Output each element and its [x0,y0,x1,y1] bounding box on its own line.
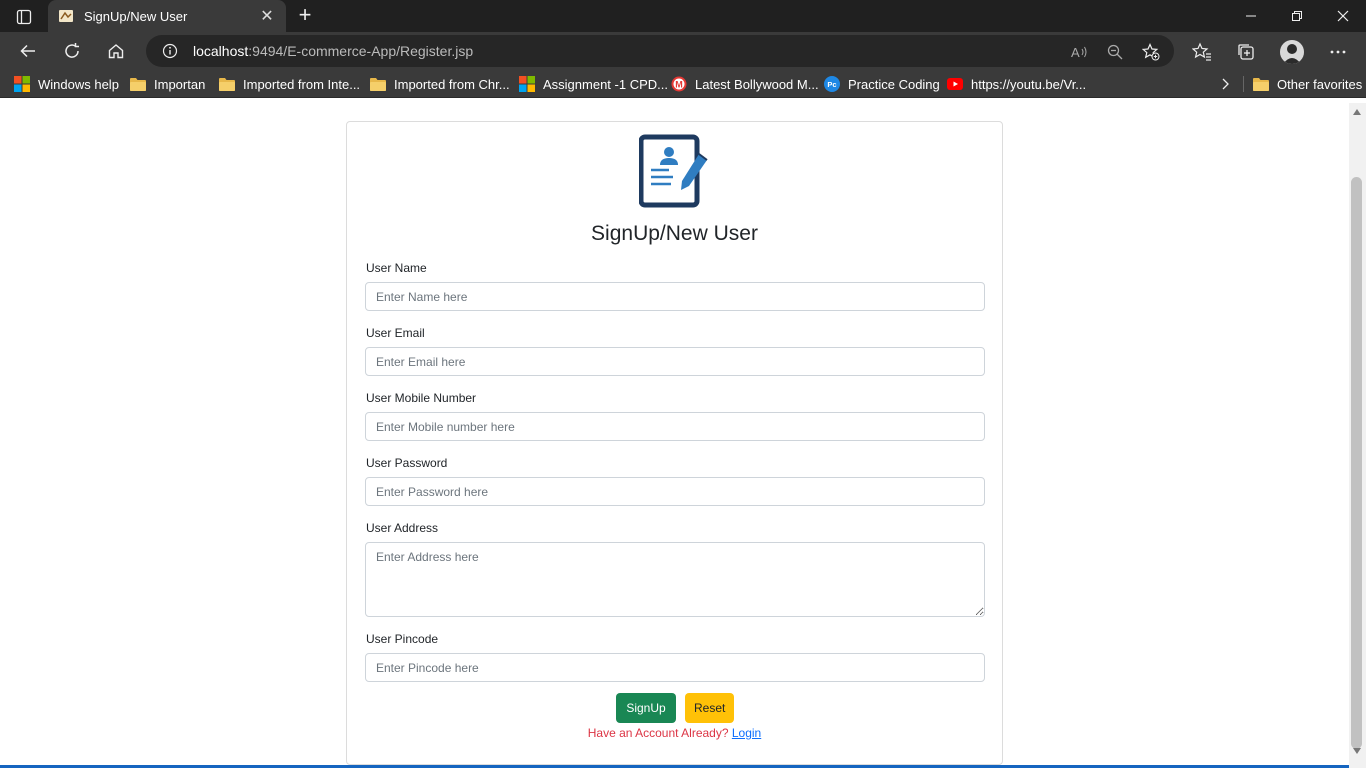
folder-icon [1253,76,1269,92]
tab-favicon-icon [58,8,74,24]
folder-icon [130,76,146,92]
url-text: localhost:9494/E-commerce-App/Register.j… [193,43,473,59]
bookmark-label: Practice Coding [848,76,940,92]
youtube-icon [947,76,963,92]
microsoft-logo-icon [519,76,535,92]
login-link[interactable]: Login [732,726,761,740]
refresh-icon[interactable] [57,37,87,65]
url-host: localhost [193,43,249,59]
bookmark-imported-ie[interactable]: Imported from Inte... [219,75,360,93]
zoom-out-icon[interactable] [1106,43,1124,61]
close-window-icon[interactable] [1320,0,1366,32]
registration-form-icon [639,134,708,208]
restore-icon[interactable] [1274,0,1320,32]
bookmark-label: Latest Bollywood M... [695,76,819,92]
svg-text:A: A [1071,45,1080,60]
site-info-icon[interactable] [162,43,178,59]
have-account-text: Have an Account Already? Login [347,726,1002,740]
bookmark-importan[interactable]: Importan [130,75,205,93]
user-email-label: User Email [366,326,425,340]
bookmark-separator [1243,76,1244,92]
signup-card: SignUp/New User User Name User Email Use… [346,121,1003,765]
collections-icon[interactable] [1235,41,1257,63]
bookmark-bollywood[interactable]: M Latest Bollywood M... [671,75,819,93]
user-address-label: User Address [366,521,439,535]
user-pincode-label: User Pincode [366,632,439,646]
url-path: :9494/E-commerce-App/Register.jsp [248,43,474,59]
bookmark-assignment[interactable]: Assignment -1 CPD... [519,75,668,93]
tab-title: SignUp/New User [84,8,188,24]
m-logo-icon: M [671,76,687,92]
add-favorite-icon[interactable] [1142,43,1160,61]
windows-logo-icon [14,76,30,92]
browser-toolbar: localhost:9494/E-commerce-App/Register.j… [0,32,1366,70]
bookmark-other-favorites[interactable]: Other favorites [1253,75,1362,93]
bookmark-label: Other favorites [1277,76,1363,92]
home-icon[interactable] [101,37,131,65]
user-address-textarea[interactable] [365,542,985,617]
favorites-icon[interactable] [1191,41,1213,63]
signup-button[interactable]: SignUp [616,693,676,723]
favorites-bar: Windows help Importan Imported from Inte… [0,70,1366,98]
have-account-label: Have an Account Already? [587,726,729,740]
page-scrollbar[interactable] [1349,103,1366,768]
scroll-down-icon[interactable] [1353,748,1361,754]
reset-button[interactable]: Reset [685,693,734,723]
bookmark-youtube[interactable]: https://youtu.be/Vr... [947,75,1086,93]
svg-text:M: M [675,80,683,90]
folder-icon [370,76,386,92]
user-name-input[interactable] [365,282,985,311]
svg-text:Pc: Pc [827,80,836,89]
user-password-input[interactable] [365,477,985,506]
user-password-label: User Password [366,456,448,470]
bookmark-windows-help[interactable]: Windows help [14,75,119,93]
back-icon[interactable] [13,37,43,65]
bookmark-imported-chrome[interactable]: Imported from Chr... [370,75,510,93]
new-tab-icon[interactable]: + [293,4,317,28]
bookmark-label: Imported from Chr... [394,76,510,92]
user-email-input[interactable] [365,347,985,376]
bookmark-label: Windows help [38,76,119,92]
tab-close-icon[interactable]: ✕ [258,6,276,26]
chevron-right-icon[interactable] [1219,75,1231,93]
user-mobile-input[interactable] [365,412,985,441]
minimize-icon[interactable] [1228,0,1274,32]
scroll-up-icon[interactable] [1353,109,1361,115]
profile-avatar[interactable] [1280,40,1304,64]
tab-bar: SignUp/New User ✕ + [0,0,1366,32]
page-viewport: SignUp/New User User Name User Email Use… [0,103,1366,768]
read-aloud-icon[interactable]: A [1070,43,1088,61]
user-pincode-input[interactable] [365,653,985,682]
scroll-thumb[interactable] [1351,177,1362,749]
browser-tab[interactable]: SignUp/New User ✕ [48,0,286,32]
user-mobile-label: User Mobile Number [366,391,477,405]
bookmark-practice-coding[interactable]: Pc Practice Coding [824,75,940,93]
folder-icon [219,76,235,92]
page-title: SignUp/New User [591,222,758,245]
tab-actions-icon[interactable] [10,6,38,28]
user-name-label: User Name [366,261,427,275]
more-options-icon[interactable] [1327,41,1349,63]
bookmark-label: Assignment -1 CPD... [543,76,668,92]
bookmark-label: Importan [154,76,206,92]
address-bar[interactable]: localhost:9494/E-commerce-App/Register.j… [146,35,1174,67]
bookmark-label: Imported from Inte... [243,76,361,92]
bookmark-label: https://youtu.be/Vr... [971,76,1087,92]
pc-logo-icon: Pc [824,76,840,92]
